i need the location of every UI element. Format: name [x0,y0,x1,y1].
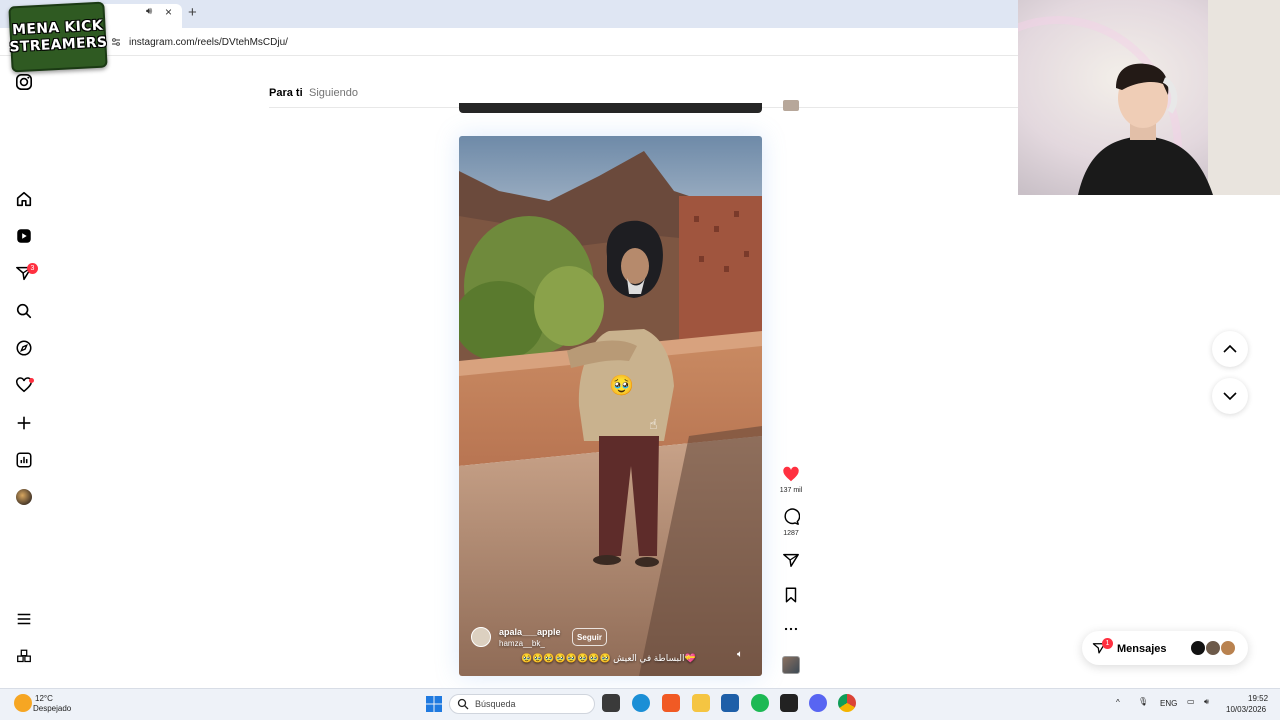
weather-temperature[interactable]: 12°C [35,694,53,703]
reels-icon[interactable] [14,226,34,246]
brave-icon[interactable] [662,694,680,712]
comments-count: 1287 [783,530,799,537]
chevron-down-icon [1223,392,1237,401]
previous-audio-thumbnail[interactable] [783,100,799,111]
edge-icon[interactable] [632,694,650,712]
like-icon[interactable] [781,464,801,484]
kick-app-icon[interactable] [780,694,798,712]
task-view-icon[interactable] [602,694,620,712]
messages-badge: 1 [1102,638,1113,649]
home-icon[interactable] [14,189,34,209]
weather-description[interactable]: Despejado [33,704,71,713]
author-username[interactable]: apala___apple [499,627,561,637]
likes-count: 137 mil [779,487,803,494]
follow-button[interactable]: Seguir [572,628,607,646]
start-icon[interactable] [426,696,442,717]
explore-icon[interactable] [14,338,34,358]
clock-time[interactable]: 19:52 [1248,694,1268,703]
network-icon[interactable]: ▭ [1187,697,1195,706]
reel-caption: 🥹🥹🥹🥹🥹🥹🥹🥹 البساطة في العيش💝 [521,653,696,663]
tab-close-icon[interactable]: × [165,5,172,19]
more-apps-icon[interactable] [14,647,34,667]
spotify-icon[interactable] [751,694,769,712]
discord-icon[interactable] [809,694,827,712]
url-text[interactable]: instagram.com/reels/DVtehMsCDju/ [129,37,288,48]
taskbar-search-icon [457,697,469,715]
tab-audio-icon[interactable]: 🔊︎ [146,6,152,17]
menu-icon[interactable] [14,609,34,629]
audio-thumbnail[interactable] [782,656,800,674]
messages-label: Mensajes [1117,643,1167,655]
chrome-icon[interactable] [838,694,856,712]
logo-line-2: STREAMERS [9,34,108,56]
previous-reel-button[interactable] [1212,331,1248,367]
webcam-overlay [1018,0,1280,195]
message-avatar [1220,640,1236,656]
new-tab-button[interactable]: + [188,4,197,21]
share-icon[interactable] [781,550,801,570]
more-options-icon[interactable] [781,619,801,639]
activity-dot [29,378,34,383]
message-avatar [1205,640,1221,656]
clock-date[interactable]: 10/03/2026 [1226,705,1266,714]
save-icon[interactable] [781,585,801,605]
microphone-icon[interactable]: 🎙︎ [1138,697,1148,706]
taskbar-search-box[interactable] [449,694,595,714]
tab-following[interactable]: Siguiendo [309,87,358,99]
next-reel-button[interactable] [1212,378,1248,414]
coauthor-username[interactable]: hamza__bk_ [499,639,545,648]
volume-icon[interactable]: 🔊︎ [1204,697,1209,707]
previous-reel-edge[interactable] [459,103,762,113]
stream-logo: MENA KICK STREAMERS [8,1,108,73]
tab-for-you[interactable]: Para ti [269,87,303,99]
weather-icon[interactable] [14,694,32,712]
pointer-icon: ☝ [649,416,658,432]
site-info-icon[interactable] [111,37,121,50]
tray-chevron-up-icon[interactable]: ^ [1116,698,1120,707]
notifications-badge: 3 [27,263,38,274]
instagram-logo-icon[interactable] [14,72,34,92]
chevron-up-icon [1223,344,1237,353]
create-icon[interactable] [14,413,34,433]
webcam-frame [1018,0,1280,195]
dashboard-icon[interactable] [14,450,34,470]
store-icon[interactable] [721,694,739,712]
language-indicator[interactable]: ENG [1160,699,1177,708]
profile-avatar[interactable] [16,489,32,505]
search-icon[interactable] [14,301,34,321]
author-avatar[interactable] [471,627,491,647]
comment-icon[interactable] [781,507,801,527]
file-explorer-icon[interactable] [692,694,710,712]
taskbar-search-placeholder: Búsqueda [475,699,516,709]
reel-video[interactable]: 🥹 ☝ apala___apple hamza__bk_ Seguir 🥹🥹🥹🥹… [459,136,762,676]
reel-emoji-sticker: 🥹 [609,375,634,397]
message-avatar [1190,640,1206,656]
reel-video-frame [459,136,762,676]
mute-icon[interactable]: 🔈︎ [737,649,743,660]
